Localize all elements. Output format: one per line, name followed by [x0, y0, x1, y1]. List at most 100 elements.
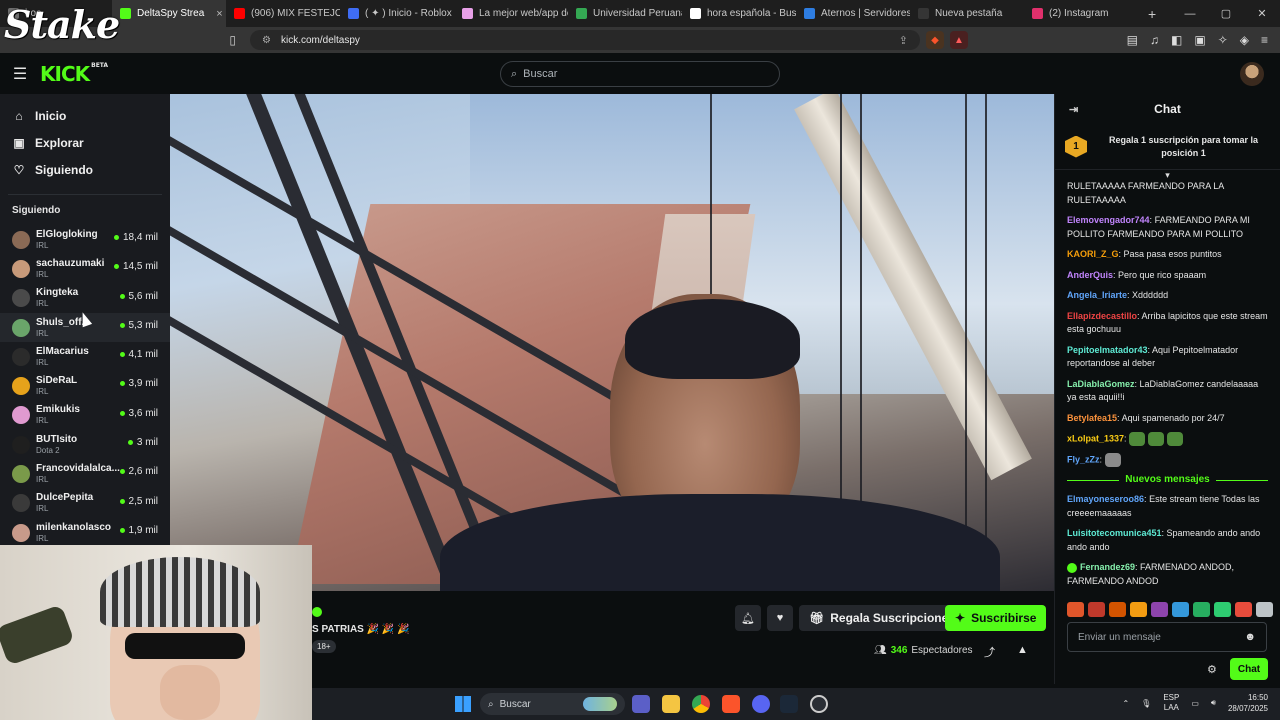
kick-logo[interactable]: KICK BETA: [40, 62, 108, 86]
bookmark-icon[interactable]: ▯: [229, 33, 236, 47]
file-explorer-icon[interactable]: [662, 695, 680, 713]
chat-username[interactable]: Angela_Iriarte: [1067, 290, 1127, 300]
taskbar-search[interactable]: ⌕ Buscar: [480, 693, 625, 715]
emote-icon[interactable]: [1172, 602, 1189, 617]
following-item[interactable]: Francovidalalca... IRL 2,6 mil: [0, 459, 170, 488]
maximize-icon[interactable]: ▢: [1208, 7, 1244, 20]
chat-send-button[interactable]: Chat: [1230, 658, 1268, 680]
subscribe-button[interactable]: ✦ Suscribirse: [945, 605, 1047, 631]
brave-icon[interactable]: [722, 695, 740, 713]
chat-username[interactable]: Fernandez69: [1080, 562, 1135, 572]
user-avatar[interactable]: [1240, 62, 1264, 86]
music-icon[interactable]: ♫: [1150, 33, 1159, 47]
clock[interactable]: 16:50 28/07/2025: [1228, 692, 1268, 714]
sidebar-icon[interactable]: ◧: [1171, 33, 1182, 47]
hamburger-menu-icon[interactable]: ☰: [0, 64, 40, 84]
reader-icon[interactable]: ▤: [1127, 33, 1138, 47]
collapse-chat-icon[interactable]: ⇥: [1069, 103, 1078, 116]
url-field[interactable]: ⚙ kick.com/deltaspy ⇪: [250, 30, 920, 50]
emote-icon[interactable]: [1235, 602, 1252, 617]
nav-item-explorar[interactable]: ▣ Explorar: [0, 129, 170, 156]
following-item[interactable]: DulcePepita IRL 2,5 mil: [0, 489, 170, 518]
close-tab-icon[interactable]: ×: [216, 8, 222, 20]
chat-username[interactable]: LaDiablaGomez: [1067, 379, 1135, 389]
expand-pinned-icon[interactable]: ▾: [1055, 170, 1280, 180]
volume-icon[interactable]: 🔊︎: [1211, 698, 1216, 708]
wallet-icon[interactable]: ▣: [1194, 33, 1205, 47]
site-settings-icon[interactable]: ⚙: [262, 35, 271, 46]
browser-tab[interactable]: La mejor web/app de: [454, 0, 568, 27]
video-player[interactable]: [170, 94, 1054, 591]
windows-start-icon[interactable]: [455, 696, 471, 712]
browser-tab[interactable]: DeltaSpy Strea ×: [112, 0, 226, 27]
channel-avatar: [12, 289, 30, 308]
chat-settings-icon[interactable]: ⚙: [1207, 663, 1217, 676]
chat-username[interactable]: Pepitoelmatador43: [1067, 345, 1148, 355]
menu-icon[interactable]: ≡: [1261, 33, 1268, 47]
browser-tab[interactable]: (2) Instagram: [1024, 0, 1138, 27]
network-icon[interactable]: ▭: [1191, 699, 1199, 708]
ai-icon[interactable]: ✧: [1218, 33, 1228, 47]
steam-icon[interactable]: [780, 695, 798, 713]
following-item[interactable]: sachauzumaki IRL 14,5 mil: [0, 254, 170, 283]
emote-icon[interactable]: [1151, 602, 1168, 617]
emote-icon[interactable]: [1256, 602, 1273, 617]
following-item[interactable]: Kingteka IRL 5,6 mil: [0, 284, 170, 313]
brave-rewards-icon[interactable]: ▲: [950, 31, 968, 49]
following-item[interactable]: Emikukis IRL 3,6 mil: [0, 401, 170, 430]
emote-icon[interactable]: [1130, 602, 1147, 617]
following-item[interactable]: ElGlogloking IRL 18,4 mil: [0, 225, 170, 254]
browser-tab[interactable]: (906) MIX FESTEJO - D: [226, 0, 340, 27]
emote-icon[interactable]: [1109, 602, 1126, 617]
gift-subs-button[interactable]: 🎁︎ Regala Suscripciones: [799, 605, 965, 631]
nav-item-siguiendo[interactable]: ♡ Siguiendo: [0, 156, 170, 183]
microphone-icon[interactable]: 🎙︎: [1141, 699, 1151, 708]
emote-icon[interactable]: [1214, 602, 1231, 617]
chat-username[interactable]: KAORI_Z_G: [1067, 249, 1119, 259]
browser-tab[interactable]: hora española - Buscar: [682, 0, 796, 27]
emoji-icon[interactable]: ☻: [1244, 631, 1256, 643]
chat-username[interactable]: AnderQuis: [1067, 270, 1113, 280]
pinned-gift-banner[interactable]: 1 Regala 1 suscripción para tomar la pos…: [1055, 124, 1280, 170]
browser-tab[interactable]: Universidad Peruana C: [568, 0, 682, 27]
chat-username[interactable]: Luisitotecomunica451: [1067, 528, 1162, 538]
chat-message-input[interactable]: Enviar un mensaje ☻: [1067, 622, 1267, 652]
tray-chevron-icon[interactable]: ⌃: [1122, 699, 1129, 708]
share-page-icon[interactable]: ⇪: [899, 34, 908, 47]
emote-icon[interactable]: [1088, 602, 1105, 617]
browser-tab[interactable]: Nueva pestaña: [910, 0, 1024, 27]
nav-item-inicio[interactable]: ⌂ Inicio: [0, 102, 170, 129]
browser-tab[interactable]: Aternos | Servidores de: [796, 0, 910, 27]
app-icon[interactable]: [810, 695, 828, 713]
stream-tag[interactable]: 18+: [312, 640, 336, 653]
new-messages-divider[interactable]: Nuevos mensajes: [1067, 474, 1268, 485]
follow-button[interactable]: ♥: [767, 605, 793, 631]
following-item[interactable]: ElMacarius IRL 4,1 mil: [0, 342, 170, 371]
following-item[interactable]: milenkanolasco IRL 1,9 mil: [0, 518, 170, 547]
discord-icon[interactable]: [752, 695, 770, 713]
brave-shields-icon[interactable]: ◆: [926, 31, 944, 49]
browser-tab[interactable]: ( ✦ ) Inicio - Roblox: [340, 0, 454, 27]
share-icon[interactable]: ⤴: [984, 644, 995, 660]
search-input[interactable]: ⌕ Buscar: [500, 61, 780, 87]
following-item[interactable]: SiDeRaL IRL 3,9 mil: [0, 371, 170, 400]
vpn-icon[interactable]: ◈: [1240, 33, 1249, 47]
tab-label: (906) MIX FESTEJO - D: [251, 8, 340, 19]
minimize-icon[interactable]: —: [1172, 8, 1208, 20]
chrome-icon[interactable]: [692, 695, 710, 713]
close-window-icon[interactable]: ✕: [1244, 7, 1280, 20]
following-item[interactable]: BUTIsito Dota 2 3 mil: [0, 430, 170, 459]
chat-username[interactable]: Elmayoneseroo86: [1067, 494, 1144, 504]
chat-username[interactable]: Betylafea15: [1067, 413, 1117, 423]
report-icon[interactable]: ▲: [1017, 644, 1028, 656]
chat-username[interactable]: xLolpat_1337: [1067, 433, 1124, 443]
new-tab-button[interactable]: +: [1138, 6, 1166, 22]
language-indicator[interactable]: ESP LAA: [1163, 693, 1179, 713]
teams-icon[interactable]: [632, 695, 650, 713]
emote-icon[interactable]: [1193, 602, 1210, 617]
notification-bell-button[interactable]: 🔔︎: [735, 605, 761, 631]
chat-username[interactable]: Ellapizdecastillo: [1067, 311, 1137, 321]
emote-icon[interactable]: [1067, 602, 1084, 617]
chat-username[interactable]: Fly_zZz: [1067, 454, 1100, 464]
chat-username[interactable]: Elemovengador744: [1067, 215, 1150, 225]
